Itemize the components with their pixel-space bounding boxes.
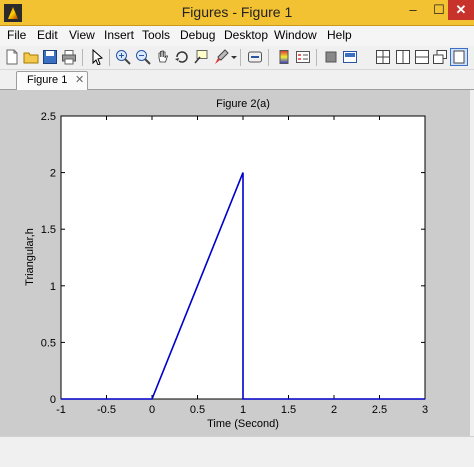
y-tick-label: 2 (50, 168, 56, 180)
menu-insert[interactable]: Insert (104, 28, 134, 42)
zoom-in-icon[interactable] (115, 49, 131, 65)
menu-edit[interactable]: Edit (37, 28, 58, 42)
pointer-icon[interactable] (89, 49, 105, 65)
x-tick-label: -0.5 (97, 404, 116, 416)
status-strip (0, 436, 474, 467)
tile-top-bottom-icon[interactable] (414, 49, 430, 65)
insert-colorbar-icon[interactable] (276, 49, 292, 65)
show-plot-tools-icon[interactable] (342, 49, 358, 65)
toolbar-separator (316, 49, 317, 66)
toolbar-separator (82, 49, 83, 66)
toolbar-separator (109, 49, 110, 66)
menu-help[interactable]: Help (327, 28, 352, 42)
x-tick-label: -1 (56, 404, 66, 416)
save-icon[interactable] (42, 49, 58, 65)
toolbar-separator (268, 49, 269, 66)
rotate-3d-icon[interactable] (174, 49, 190, 65)
menu-desktop[interactable]: Desktop (224, 28, 268, 42)
y-tick-label: 1.5 (41, 224, 56, 236)
x-tick-label: 1 (240, 404, 246, 416)
toolbar (0, 46, 474, 70)
title-bar: Figures - Figure 1 – ☐ ✕ (0, 0, 474, 26)
x-tick-label: 1.5 (281, 404, 296, 416)
minimize-button[interactable]: – (400, 0, 426, 20)
insert-legend-icon[interactable] (295, 49, 311, 65)
link-plot-icon[interactable] (247, 49, 263, 65)
hide-plot-tools-icon[interactable] (323, 49, 339, 65)
x-tick-label: 0.5 (190, 404, 205, 416)
data-cursor-icon[interactable] (193, 49, 209, 65)
toolbar-separator (240, 49, 241, 66)
open-folder-icon[interactable] (23, 49, 39, 65)
tab-strip: Figure 1 ✕ (0, 70, 474, 90)
print-icon[interactable] (61, 49, 77, 65)
tile-left-right-icon[interactable] (395, 49, 411, 65)
y-tick-label: 1 (50, 281, 56, 293)
menu-bar: File Edit View Insert Tools Debug Deskto… (0, 26, 474, 46)
y-axis-label: Triangular,h (24, 228, 36, 286)
close-button[interactable]: ✕ (448, 0, 474, 20)
x-axis-label: Time (Second) (207, 418, 279, 430)
tab-label: Figure 1 (27, 74, 68, 86)
x-tick-label: 2.5 (372, 404, 387, 416)
menu-debug[interactable]: Debug (180, 28, 215, 42)
window-edge (470, 90, 474, 436)
maximize-figure-icon[interactable] (450, 48, 468, 66)
y-tick-label: 0 (50, 394, 56, 406)
x-tick-label: 2 (331, 404, 337, 416)
y-tick-label: 2.5 (41, 111, 56, 123)
tab-figure-1[interactable]: Figure 1 ✕ (16, 71, 88, 90)
y-tick-label: 0.5 (41, 337, 56, 349)
zoom-out-icon[interactable] (135, 49, 151, 65)
tile-grid-icon[interactable] (375, 49, 391, 65)
x-tick-label: 0 (149, 404, 155, 416)
plot-title: Figure 2(a) (216, 98, 270, 110)
brush-dropdown-icon[interactable] (226, 49, 237, 65)
menu-file[interactable]: File (7, 28, 26, 42)
menu-view[interactable]: View (69, 28, 95, 42)
float-window-icon[interactable] (432, 49, 448, 65)
new-file-icon[interactable] (4, 49, 20, 65)
pan-hand-icon[interactable] (155, 49, 171, 65)
menu-tools[interactable]: Tools (142, 28, 170, 42)
tab-close-icon[interactable]: ✕ (75, 73, 84, 86)
x-tick-label: 3 (422, 404, 428, 416)
plot[interactable]: 0 0.5 1 1.5 2 2.5 -1 -0.5 0 0.5 1 1.5 2 2.5 3 Figure … (0, 90, 474, 436)
figure-canvas: 0 0.5 1 1.5 2 2.5 -1 -0.5 0 0.5 1 1.5 2 2.5 3 Figure … (0, 90, 474, 466)
menu-window[interactable]: Window (274, 28, 317, 42)
